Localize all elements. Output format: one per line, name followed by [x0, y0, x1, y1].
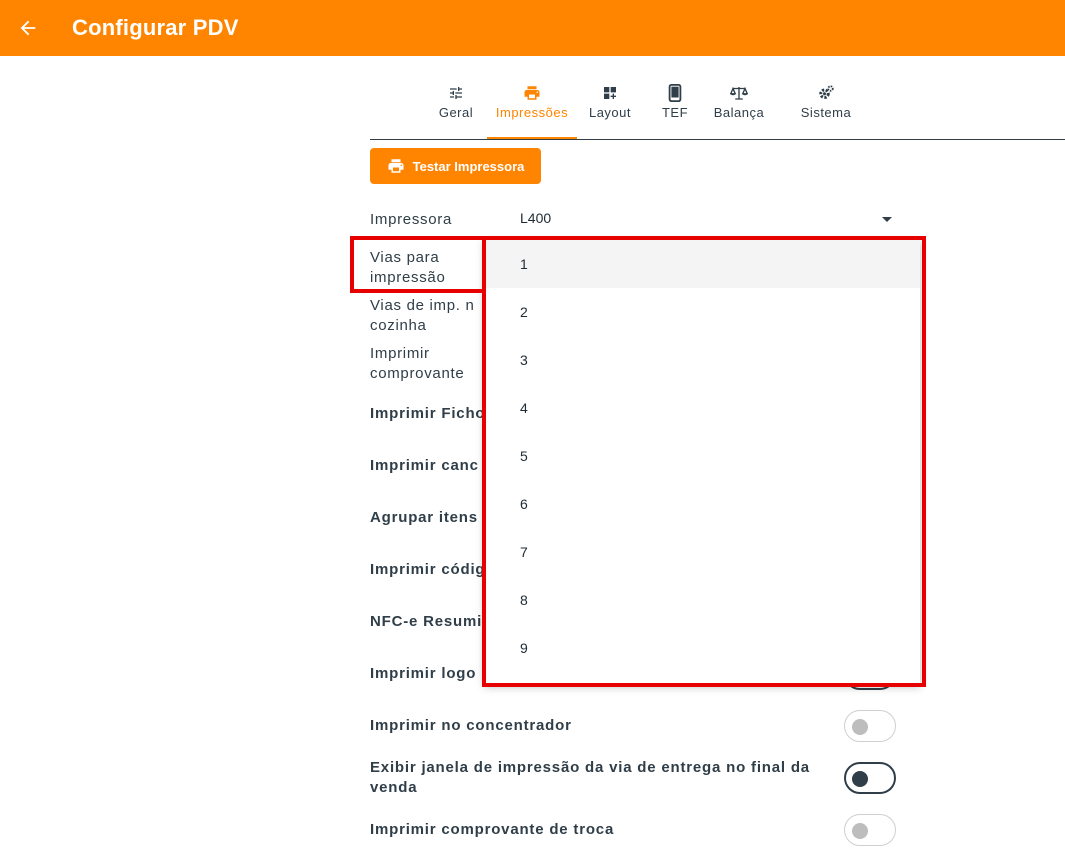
tab-label: Layout	[588, 105, 632, 120]
switch-label-exchange-receipt: Imprimir comprovante de troca	[370, 821, 615, 838]
dropdown-option[interactable]: 2	[484, 288, 920, 336]
app-bar: Configurar PDV	[0, 0, 1065, 56]
dropdown-option[interactable]: 6	[484, 480, 920, 528]
switch-label-concentrator: Imprimir no concentrador	[370, 717, 572, 734]
arrow-left-icon	[20, 20, 36, 36]
dropdown-option[interactable]: 9	[484, 624, 920, 672]
toggle-concentrator[interactable]	[844, 710, 896, 742]
dropdown-option[interactable]: 7	[484, 528, 920, 576]
tab-sistema[interactable]: Sistema	[771, 78, 881, 139]
back-button[interactable]	[14, 14, 42, 42]
toggle-exchange-receipt[interactable]	[844, 814, 896, 846]
printer-label: Impressora	[370, 211, 453, 228]
switch-label-group: Agrupar itens	[370, 509, 478, 526]
dropdown-option[interactable]: 1	[484, 240, 920, 288]
page-title: Configurar PDV	[72, 15, 239, 40]
switch-label-cancel: Imprimir canc	[370, 457, 479, 474]
switch-label-delivery-line2: venda	[370, 779, 418, 796]
tab-label: TEF	[661, 105, 689, 120]
copies-label: Vias para impressão	[370, 248, 446, 288]
kitchen-copies-label-line2: cozinha	[370, 317, 427, 334]
tab-layout[interactable]: Layout	[577, 78, 643, 139]
test-printer-label: Testar Impressora	[412, 158, 525, 174]
kitchen-copies-label: Vias de imp. n cozinha	[370, 296, 475, 336]
tab-label: Geral	[438, 105, 474, 120]
tab-tef[interactable]: TEF	[643, 78, 707, 139]
settings-tabs: Geral Impressões Layout TEF Balança Sist…	[425, 78, 881, 140]
caret-down-icon	[882, 217, 892, 222]
printer-icon	[388, 159, 404, 173]
tabs-divider	[370, 139, 1065, 140]
scale-icon	[730, 84, 748, 102]
switch-label-nfce: NFC-e Resumi	[370, 613, 483, 630]
tab-label: Balança	[713, 105, 765, 120]
switch-label-delivery-window: Exibir janela de impressão da via de ent…	[370, 758, 810, 798]
printer-icon	[523, 84, 541, 102]
gears-icon	[817, 84, 835, 102]
dropdown-option[interactable]: 3	[484, 336, 920, 384]
copies-label-line2: impressão	[370, 269, 446, 286]
tab-balanca[interactable]: Balança	[707, 78, 771, 139]
toggle-knob	[852, 771, 868, 787]
tab-impressoes[interactable]: Impressões	[487, 78, 577, 139]
tab-label: Impressões	[495, 105, 569, 120]
kitchen-copies-label-line1: Vias de imp. n	[370, 297, 475, 314]
toggle-delivery-window[interactable]	[844, 762, 896, 794]
receipt-label-line2: comprovante	[370, 365, 465, 382]
copies-dropdown-menu: 1 2 3 4 5 6 7 8 9	[484, 240, 920, 685]
phone-icon	[668, 84, 682, 102]
tune-icon	[448, 84, 464, 102]
dropdown-option[interactable]: 5	[484, 432, 920, 480]
switch-label-delivery-line1: Exibir janela de impressão da via de ent…	[370, 759, 810, 776]
copies-label-line1: Vias para	[370, 249, 440, 266]
tab-geral[interactable]: Geral	[425, 78, 487, 139]
dropdown-option[interactable]: 8	[484, 576, 920, 624]
receipt-label-line1: Imprimir	[370, 345, 430, 362]
switch-label-logo: Imprimir logo	[370, 665, 477, 682]
switch-label-ficha: Imprimir Ficho	[370, 405, 486, 422]
switch-label-code: Imprimir códig	[370, 561, 486, 578]
toggle-knob	[852, 823, 868, 839]
dropdown-option[interactable]: 4	[484, 384, 920, 432]
test-printer-button[interactable]: Testar Impressora	[370, 148, 541, 184]
tab-label: Sistema	[800, 105, 852, 120]
printer-select-value: L400	[520, 210, 552, 226]
dashboard-add-icon	[602, 84, 618, 102]
toggle-knob	[852, 719, 868, 735]
printer-select[interactable]: L400	[520, 210, 896, 232]
receipt-label: Imprimir comprovante	[370, 344, 464, 384]
